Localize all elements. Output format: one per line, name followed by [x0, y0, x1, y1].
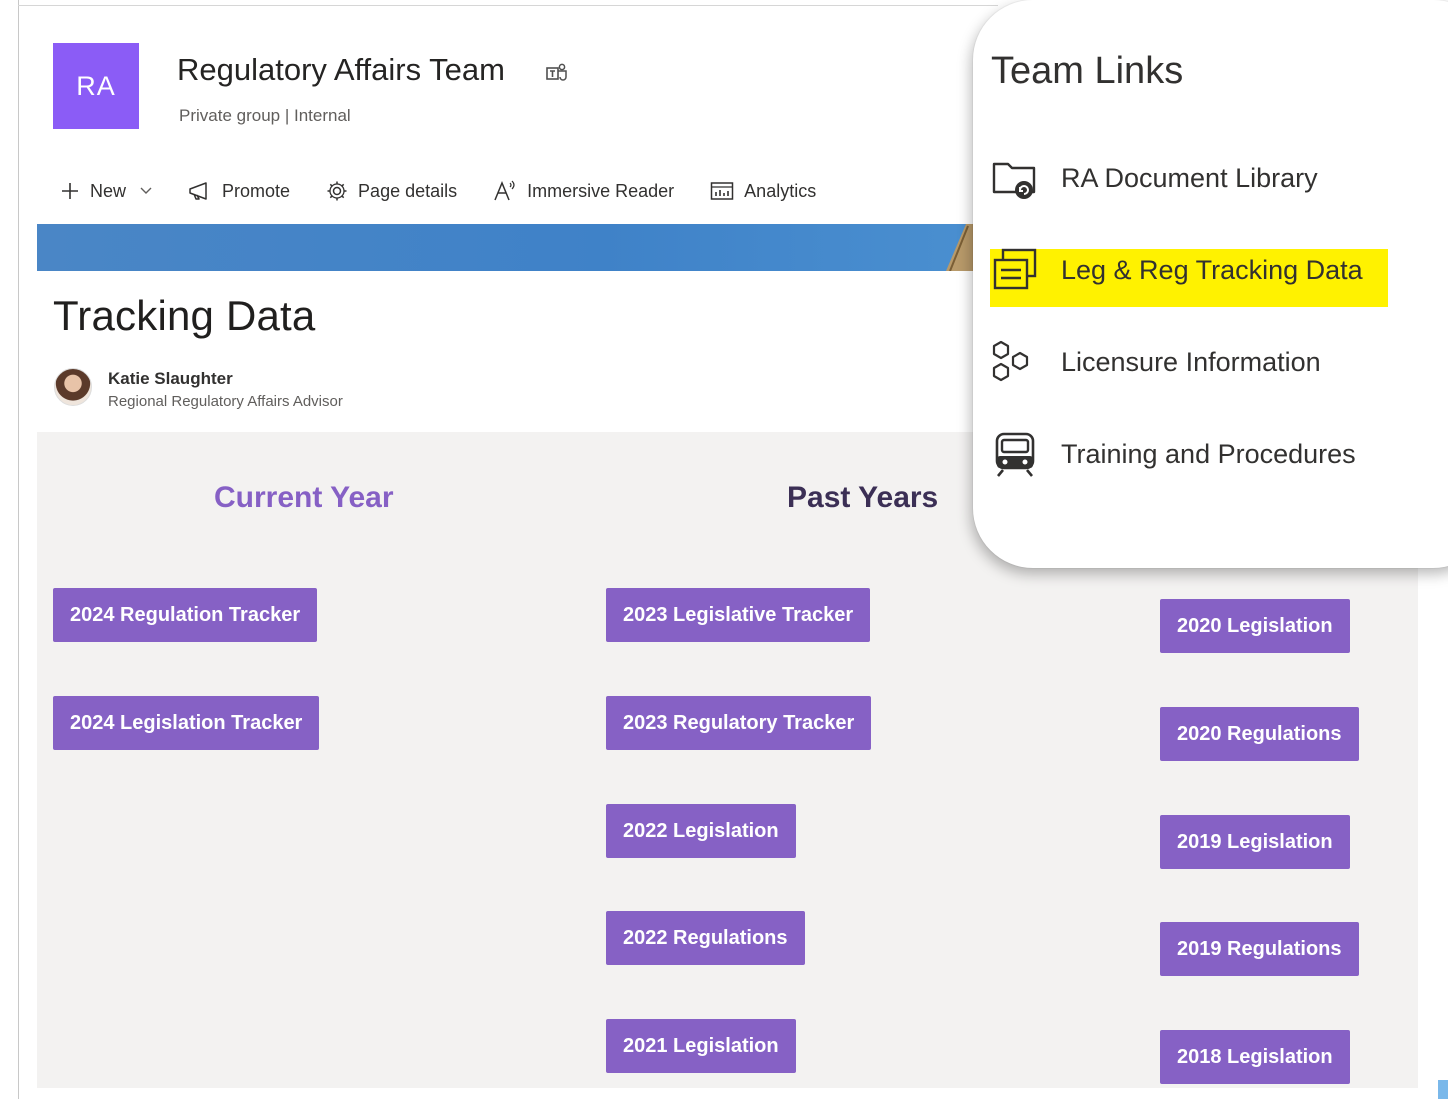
- window-border-left: [18, 0, 19, 1099]
- tracker-button[interactable]: 2021 Legislation: [606, 1019, 796, 1073]
- folder-sync-icon: [992, 162, 1036, 199]
- sharepoint-page: RA Regulatory Affairs Team Private group…: [0, 0, 1448, 1099]
- analytics-icon: [710, 182, 734, 200]
- tracker-button[interactable]: 2023 Legislative Tracker: [606, 588, 871, 642]
- site-logo[interactable]: RA: [53, 43, 139, 129]
- page-title: Tracking Data: [53, 292, 316, 339]
- team-link-ra-document-library[interactable]: RA Document Library: [991, 150, 1318, 206]
- train-icon: [995, 432, 1035, 477]
- team-link-label: Licensure Information: [1061, 346, 1321, 377]
- team-link-label: Training and Procedures: [1061, 438, 1356, 469]
- tracker-button[interactable]: 2019 Legislation: [1160, 815, 1350, 869]
- hexagons-icon: [992, 340, 1029, 382]
- new-button[interactable]: New: [60, 181, 152, 202]
- current-year-heading: Current Year: [214, 481, 394, 514]
- chevron-down-icon: [140, 187, 152, 194]
- promote-label: Promote: [222, 180, 291, 201]
- immersive-reader-label: Immersive Reader: [527, 180, 675, 201]
- immersive-reader-button[interactable]: Immersive Reader: [493, 180, 674, 202]
- window-border-top: [18, 5, 998, 6]
- command-bar: New Promote Page details Immersive Reade…: [60, 176, 852, 206]
- page-details-button[interactable]: Page details: [326, 180, 457, 202]
- immersive-reader-icon: [494, 180, 515, 201]
- list-stack-icon: [993, 248, 1037, 290]
- team-link-leg-reg-tracking-data[interactable]: Leg & Reg Tracking Data: [991, 242, 1363, 298]
- promote-button[interactable]: Promote: [188, 181, 290, 202]
- tracker-button[interactable]: 2022 Legislation: [606, 804, 796, 858]
- team-link-training-and-procedures[interactable]: Training and Procedures: [991, 426, 1356, 482]
- tracker-button[interactable]: 2018 Legislation: [1160, 1030, 1350, 1084]
- page-banner-image: [37, 224, 977, 271]
- page-details-label: Page details: [358, 180, 458, 201]
- analytics-label: Analytics: [744, 180, 817, 201]
- corner-accent: [1438, 1080, 1448, 1099]
- analytics-button[interactable]: Analytics: [710, 181, 816, 202]
- tracker-button[interactable]: 2019 Regulations: [1160, 922, 1359, 976]
- site-title[interactable]: Regulatory Affairs Team: [177, 52, 505, 88]
- author-name[interactable]: Katie Slaughter: [108, 369, 233, 389]
- team-link-label: Leg & Reg Tracking Data: [1061, 254, 1363, 285]
- tracker-button[interactable]: 2022 Regulations: [606, 911, 805, 965]
- team-link-licensure-information[interactable]: Licensure Information: [991, 334, 1321, 390]
- tracker-button[interactable]: 2020 Legislation: [1160, 599, 1350, 653]
- plus-icon: [62, 183, 78, 199]
- team-link-label: RA Document Library: [1061, 162, 1318, 193]
- author-role: Regional Regulatory Affairs Advisor: [108, 393, 343, 410]
- new-label: New: [90, 180, 127, 201]
- banner-decoration: [946, 224, 974, 271]
- tracker-button[interactable]: 2024 Regulation Tracker: [53, 588, 318, 642]
- site-subtitle: Private group | Internal: [179, 106, 351, 125]
- tracker-button[interactable]: 2023 Regulatory Tracker: [606, 696, 872, 750]
- tracker-button[interactable]: 2020 Regulations: [1160, 707, 1359, 761]
- author-avatar[interactable]: [54, 368, 92, 406]
- megaphone-icon: [189, 182, 207, 200]
- team-links-title: Team Links: [991, 50, 1184, 92]
- gear-icon: [327, 181, 347, 201]
- teams-icon[interactable]: [545, 62, 569, 84]
- tracker-button[interactable]: 2024 Legislation Tracker: [53, 696, 320, 750]
- past-years-heading: Past Years: [787, 481, 939, 514]
